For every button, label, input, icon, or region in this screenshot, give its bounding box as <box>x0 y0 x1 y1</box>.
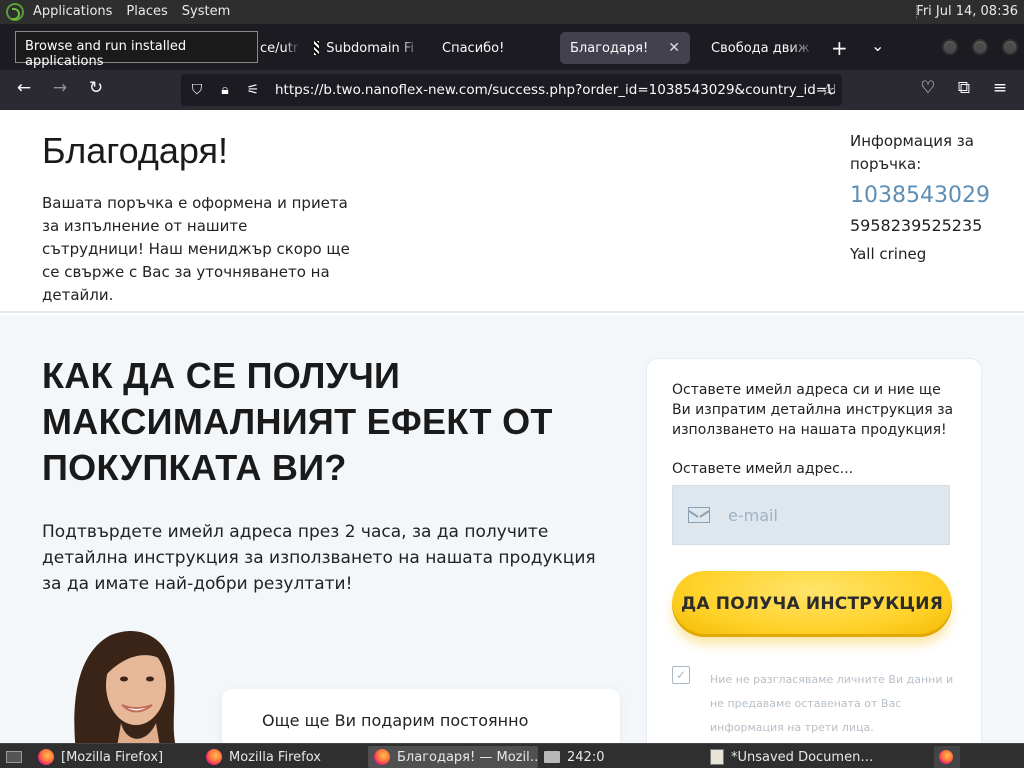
firefox-icon <box>38 749 54 765</box>
order-confirmation-text: Вашата поръчка е оформена и приета за из… <box>42 194 350 304</box>
tab-label: ce/utr <box>260 40 299 56</box>
url-text[interactable]: https://b.two.nanoflex-new.com/success.p… <box>275 82 835 98</box>
firefox-icon <box>374 749 390 765</box>
taskbar-item-firefox-1[interactable]: [Mozilla Firefox] <box>32 746 200 768</box>
close-window-icon[interactable] <box>1002 39 1018 55</box>
firefox-icon <box>206 749 222 765</box>
email-label: Оставете имейл адрес... <box>672 461 854 477</box>
taskbar: [Mozilla Firefox] Mozilla Firefox Благод… <box>0 743 1024 768</box>
woman-photo <box>74 631 176 743</box>
taskbar-label: *Unsaved Documen… <box>731 749 874 765</box>
forward-arrow-icon[interactable]: → <box>48 78 72 98</box>
minimize-window-icon[interactable] <box>942 39 958 55</box>
order-info: Информация за поръчка: 1038543029 595823… <box>850 130 1010 263</box>
clock[interactable]: Fri Jul 14, 08:36 <box>916 0 1018 24</box>
tab-3[interactable]: Спасибо! <box>432 32 552 64</box>
order-id: 1038543029 <box>850 183 990 208</box>
text-editor-icon <box>710 749 724 765</box>
pocket-icon[interactable]: ♡ <box>916 78 940 98</box>
taskbar-item-editor[interactable]: *Unsaved Documen… <box>704 746 874 768</box>
menu-system[interactable]: System <box>175 0 237 24</box>
gift-card: Още ще Ви подарим постоянно <box>222 689 620 743</box>
tab-4-active[interactable]: Благодаря! ✕ <box>560 32 690 64</box>
menu-applications[interactable]: Applications <box>26 0 119 24</box>
taskbar-label: 242:0 <box>567 749 605 765</box>
tab-label: Благодаря! <box>570 40 649 56</box>
tooltip: Browse and run installed applications <box>15 31 258 69</box>
consent-checkbox[interactable]: ✓ <box>672 666 690 684</box>
firefox-icon <box>939 750 953 764</box>
taskbar-item-firefox-active[interactable]: Благодаря! — Mozil… <box>368 746 538 768</box>
tab-2[interactable]: Subdomain Fi <box>304 32 424 64</box>
menu-places[interactable]: Places <box>119 0 174 24</box>
tab-5[interactable]: Свобода движ <box>694 32 816 64</box>
subdomain-favicon-icon <box>314 41 320 55</box>
new-tab-plus-icon[interactable]: + <box>831 36 848 60</box>
consent-text: Ние не разгласяваме личните Ви данни и н… <box>710 673 954 734</box>
order-info-label: Информация за поръчка: <box>850 132 974 173</box>
form-intro-text: Оставете имейл адреса си и ние ще Ви изп… <box>672 382 954 438</box>
close-tab-icon[interactable]: ✕ <box>668 40 680 56</box>
navigation-bar: ← → ↻ ⛉ 🔒︎ ⚟ https://b.two.nanoflex-new.… <box>0 70 1024 110</box>
top-panel: Applications Places System Fri Jul 14, 0… <box>0 0 1024 24</box>
maximize-window-icon[interactable] <box>972 39 988 55</box>
envelope-icon <box>688 507 710 523</box>
email-input[interactable] <box>728 505 928 525</box>
url-bar[interactable]: ⛉ 🔒︎ ⚟ https://b.two.nanoflex-new.com/su… <box>181 74 842 106</box>
bookmark-star-icon[interactable]: ☆ <box>821 80 835 99</box>
workspace-switcher[interactable] <box>934 746 960 768</box>
order-phone: 5958239525235 <box>850 216 983 235</box>
tab-label: Спасибо! <box>442 40 505 56</box>
get-instructions-button[interactable]: ДА ПОЛУЧА ИНСТРУКЦИЯ <box>672 571 952 637</box>
section-heading: КАК ДА СЕ ПОЛУЧИ МАКСИМАЛНИЯТ ЕФЕКТ ОТ П… <box>42 355 553 488</box>
applications-logo-icon[interactable] <box>6 3 24 21</box>
thank-you-section: Благодаря! Вашата поръчка е оформена и п… <box>0 110 1024 313</box>
taskbar-label: Mozilla Firefox <box>229 749 321 765</box>
email-form-card: Оставете имейл адреса си и ние ще Ви изп… <box>646 358 982 743</box>
email-field-container[interactable] <box>672 485 950 545</box>
permissions-icon[interactable]: ⚟ <box>241 82 265 98</box>
list-tabs-chevron-icon[interactable]: ⌄ <box>871 36 884 55</box>
taskbar-label: [Mozilla Firefox] <box>61 749 164 765</box>
page-title: Благодаря! <box>42 130 228 171</box>
hamburger-menu-icon[interactable]: ≡ <box>988 78 1012 98</box>
show-desktop-icon[interactable] <box>2 746 28 768</box>
tab-label: Subdomain Fi <box>326 40 414 56</box>
order-name: Yall crineg <box>850 245 927 263</box>
taskbar-item-folder[interactable]: 242:0 <box>538 746 698 768</box>
taskbar-item-firefox-2[interactable]: Mozilla Firefox <box>200 746 368 768</box>
gift-text: Още ще Ви подарим постоянно <box>262 711 529 730</box>
back-arrow-icon[interactable]: ← <box>12 78 36 98</box>
extensions-icon[interactable]: ⧉ <box>952 78 976 98</box>
instructions-section: КАК ДА СЕ ПОЛУЧИ МАКСИМАЛНИЯТ ЕФЕКТ ОТ П… <box>0 315 1024 743</box>
taskbar-label: Благодаря! — Mozil… <box>397 749 538 765</box>
folder-icon <box>544 751 560 763</box>
lock-icon[interactable]: 🔒︎ <box>213 82 237 98</box>
web-page: Благодаря! Вашата поръчка е оформена и п… <box>0 110 1024 743</box>
section-description: Подтвърдете имейл адреса през 2 часа, за… <box>42 522 596 594</box>
reload-icon[interactable]: ↻ <box>84 78 108 98</box>
tab-label: Свобода движ <box>711 40 810 56</box>
shield-icon[interactable]: ⛉ <box>185 82 209 98</box>
